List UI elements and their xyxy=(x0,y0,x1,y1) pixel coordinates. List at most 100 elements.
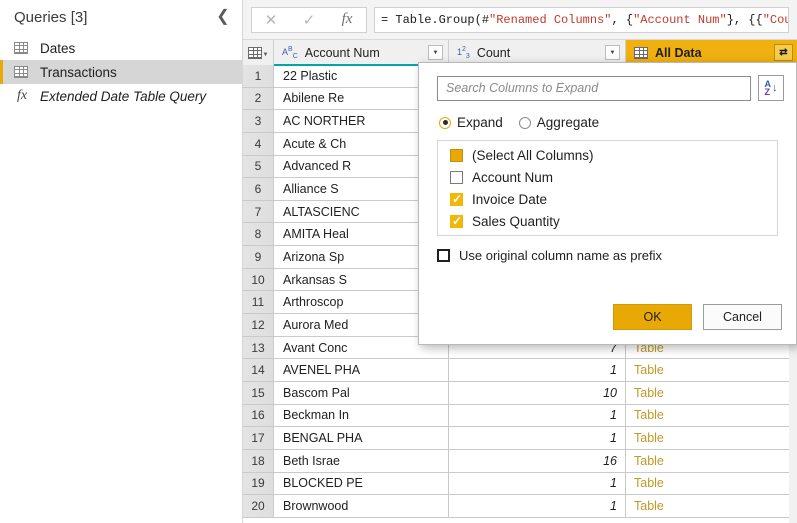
checkbox-icon xyxy=(450,214,463,228)
table-icon xyxy=(14,66,36,78)
cell-all-data[interactable]: Table xyxy=(626,450,797,472)
checkbox-row-account-num[interactable]: Account Num xyxy=(438,166,777,188)
table-icon: ▼ xyxy=(247,46,268,59)
row-number: 17 xyxy=(243,427,274,449)
query-item-label: Extended Date Table Query xyxy=(40,88,207,104)
cell-all-data[interactable]: Table xyxy=(626,473,797,495)
row-number: 19 xyxy=(243,472,274,495)
row-number: 3 xyxy=(243,110,274,132)
cell-all-data[interactable]: Table xyxy=(626,382,797,404)
table-row[interactable]: 18 Beth Israe 16 Table xyxy=(243,449,797,473)
cell-account-num[interactable]: AVENEL PHA xyxy=(274,359,449,381)
table-row[interactable]: 17 BENGAL PHA 1 Table xyxy=(243,427,797,450)
formula-token: = Table.Group(# xyxy=(381,12,490,27)
formula-token: }, {{ xyxy=(726,12,763,27)
expand-columns-dialog: Search Columns to Expand AZ ↓ Expand Agg… xyxy=(418,62,797,345)
row-number: 12 xyxy=(243,314,274,336)
radio-label: Expand xyxy=(457,115,503,130)
number-type-icon: 123 xyxy=(457,45,470,60)
cell-all-data[interactable]: Table xyxy=(626,495,797,517)
row-number: 8 xyxy=(243,223,274,246)
filter-dropdown-account-num[interactable]: ▼ xyxy=(428,45,443,60)
row-number: 15 xyxy=(243,381,274,404)
cell-count[interactable]: 1 xyxy=(449,495,626,517)
cell-all-data[interactable]: Table xyxy=(626,359,797,381)
cell-account-num[interactable]: BLOCKED PE xyxy=(274,472,449,495)
cell-all-data[interactable]: Table xyxy=(626,405,797,427)
expand-column-list[interactable]: (Select All Columns) Account Num Invoice… xyxy=(437,140,778,236)
text-type-icon: ABC xyxy=(282,45,298,60)
select-all-grid-button[interactable]: ▼ xyxy=(243,40,274,65)
checkbox-row-select-all-columns[interactable]: (Select All Columns) xyxy=(438,144,777,166)
table-row[interactable]: 20 Brownwood 1 Table xyxy=(243,495,797,518)
row-number: 10 xyxy=(243,268,274,291)
table-row[interactable]: 14 AVENEL PHA 1 Table xyxy=(243,359,797,382)
query-item-dates[interactable]: Dates xyxy=(0,36,242,60)
cancel-button[interactable]: Cancel xyxy=(703,304,782,330)
checkbox-row-use-original-column-name-as-prefix[interactable]: Use original column name as prefix xyxy=(419,236,796,263)
checkbox-row-sales-quantity[interactable]: Sales Quantity xyxy=(438,210,777,232)
expand-columns-icon[interactable]: ⇄ xyxy=(774,44,793,61)
radio-aggregate[interactable]: Aggregate xyxy=(518,115,599,130)
cell-count[interactable]: 1 xyxy=(449,472,626,495)
column-header-label: Account Num xyxy=(304,45,380,60)
cell-all-data[interactable]: Table xyxy=(626,427,797,449)
dialog-buttons: OK Cancel xyxy=(613,304,782,330)
cell-count[interactable]: 10 xyxy=(449,381,626,404)
filter-dropdown-count[interactable]: ▼ xyxy=(605,45,620,60)
queries-pane: Queries [3] ❮ Dates Transactions fx Exte… xyxy=(0,0,243,523)
row-number: 5 xyxy=(243,155,274,178)
query-item-transactions[interactable]: Transactions xyxy=(0,60,242,84)
checkbox-icon xyxy=(437,249,450,262)
power-query-editor: Queries [3] ❮ Dates Transactions fx Exte… xyxy=(0,0,797,523)
cell-count[interactable]: 1 xyxy=(449,404,626,427)
expand-aggregate-radio-group: Expand Aggregate xyxy=(419,101,796,130)
checkbox-label: Account Num xyxy=(472,169,554,185)
table-row[interactable]: 19 BLOCKED PE 1 Table xyxy=(243,472,797,496)
cell-count[interactable]: 1 xyxy=(449,359,626,381)
column-header-label: Count xyxy=(476,45,511,60)
cell-count[interactable]: 1 xyxy=(449,427,626,449)
table-row[interactable]: 16 Beckman In 1 Table xyxy=(243,404,797,428)
checkbox-icon xyxy=(450,148,463,162)
table-icon xyxy=(14,42,36,54)
radio-expand[interactable]: Expand xyxy=(439,115,503,130)
row-number: 6 xyxy=(243,178,274,200)
cell-account-num[interactable]: BENGAL PHA xyxy=(274,427,449,449)
row-number: 13 xyxy=(243,336,274,359)
fx-icon: fx xyxy=(17,88,28,103)
column-header-label: All Data xyxy=(655,45,702,60)
formula-token: "Account Num" xyxy=(633,12,727,27)
row-number: 11 xyxy=(243,291,274,314)
close-icon[interactable]: ✕ xyxy=(252,8,290,32)
search-columns-input[interactable]: Search Columns to Expand xyxy=(437,75,751,101)
checkbox-label: (Select All Columns) xyxy=(472,147,594,163)
checkbox-row-invoice-date[interactable]: Invoice Date xyxy=(438,188,777,210)
row-number: 14 xyxy=(243,359,274,381)
formula-input[interactable]: = Table.Group(# "Renamed Columns", {"Acco… xyxy=(374,6,789,33)
cell-account-num[interactable]: Brownwood xyxy=(274,495,449,517)
row-number: 7 xyxy=(243,200,274,223)
queries-pane-title: Queries [3] xyxy=(14,9,88,26)
row-number: 16 xyxy=(243,404,274,427)
formula-bar: ✕ ✓ fx = Table.Group(# "Renamed Columns",… xyxy=(243,0,797,40)
cell-account-num[interactable]: Beth Israe xyxy=(274,449,449,472)
sort-az-icon[interactable]: AZ ↓ xyxy=(758,75,784,101)
table-row[interactable]: 15 Bascom Pal 10 Table xyxy=(243,381,797,405)
check-icon[interactable]: ✓ xyxy=(290,8,328,32)
formula-token: , { xyxy=(611,12,634,27)
row-number: 18 xyxy=(243,449,274,472)
row-number: 2 xyxy=(243,87,274,110)
chevron-left-icon[interactable]: ❮ xyxy=(214,8,232,26)
checkbox-label: Use original column name as prefix xyxy=(459,248,663,263)
cell-account-num[interactable]: Beckman In xyxy=(274,404,449,427)
ok-button[interactable]: OK xyxy=(613,304,692,330)
fx-icon[interactable]: fx xyxy=(328,8,366,32)
cell-count[interactable]: 16 xyxy=(449,449,626,472)
radio-button-icon xyxy=(518,116,531,129)
formula-token: "Count xyxy=(762,12,788,27)
query-item-label: Dates xyxy=(40,40,76,56)
query-item-extended-date-table-query[interactable]: fx Extended Date Table Query xyxy=(0,84,242,108)
cell-account-num[interactable]: Bascom Pal xyxy=(274,381,449,404)
checkbox-label: Sales Quantity xyxy=(472,213,560,229)
